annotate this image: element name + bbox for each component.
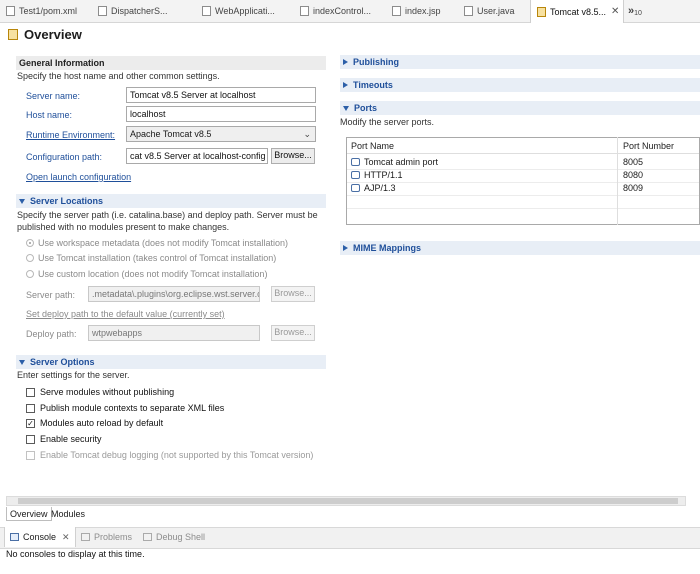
section-mime-mappings[interactable]: MIME Mappings	[340, 241, 700, 255]
general-description: Specify the host name and other common s…	[17, 71, 220, 81]
section-publishing[interactable]: Publishing	[340, 55, 700, 69]
tab-overflow[interactable]: » 10	[626, 0, 656, 22]
deploy-path-field[interactable]: wtpwebapps	[88, 325, 260, 341]
checkbox-icon	[26, 403, 35, 413]
table-row[interactable]: AJP/1.3 8009	[347, 182, 699, 196]
port-icon	[351, 158, 360, 166]
collapse-icon	[19, 198, 25, 204]
deploy-path-label: Deploy path:	[26, 329, 77, 339]
server-icon	[537, 6, 546, 17]
port-icon	[351, 171, 360, 179]
table-row-empty	[347, 195, 699, 209]
tab-webapplication[interactable]: WebApplicati...	[196, 0, 292, 22]
console-icon	[10, 533, 19, 541]
checkbox-serve-modules-without-publishing[interactable]: Serve modules without publishing	[26, 387, 174, 397]
checkmark-icon: ✓	[26, 418, 35, 428]
close-icon[interactable]: ✕	[611, 6, 619, 17]
checkbox-icon	[26, 450, 35, 460]
server-path-browse-button[interactable]: Browse...	[271, 286, 315, 302]
java-file-icon	[300, 6, 309, 16]
tab-console[interactable]: Console ✕	[4, 527, 76, 547]
table-row[interactable]: HTTP/1.1 8080	[347, 169, 699, 183]
configuration-path-label: Configuration path:	[26, 152, 103, 162]
column-header-port-number[interactable]: Port Number	[619, 138, 699, 154]
server-path-label: Server path:	[26, 290, 76, 300]
console-message: No consoles to display at this time.	[6, 549, 145, 559]
tab-problems[interactable]: Problems	[76, 527, 137, 547]
radio-use-tomcat-installation[interactable]: Use Tomcat installation (takes control o…	[26, 253, 276, 263]
radio-icon	[26, 254, 34, 262]
tab-dispatcher[interactable]: DispatcherS...	[92, 0, 182, 22]
tab-index-jsp[interactable]: index.jsp	[386, 0, 458, 22]
port-icon	[351, 184, 360, 192]
options-description: Enter settings for the server.	[17, 370, 130, 380]
server-icon	[8, 29, 18, 40]
server-name-field[interactable]: Tomcat v8.5 Server at localhost	[126, 87, 316, 103]
host-name-label: Host name:	[26, 110, 73, 120]
radio-icon	[26, 270, 34, 278]
chevron-down-icon: ⌄	[303, 129, 311, 139]
set-default-deploy-path-link[interactable]: Set deploy path to the default value (cu…	[26, 309, 225, 319]
column-header-port-name[interactable]: Port Name	[347, 138, 619, 154]
open-launch-configuration-link[interactable]: Open launch configuration	[26, 172, 131, 182]
checkbox-publish-module-contexts[interactable]: Publish module contexts to separate XML …	[26, 403, 224, 413]
expand-icon	[343, 82, 348, 88]
problems-icon	[81, 533, 90, 541]
checkbox-modules-auto-reload[interactable]: ✓ Modules auto reload by default	[26, 418, 163, 428]
section-server-locations[interactable]: Server Locations	[16, 194, 326, 208]
configuration-browse-button[interactable]: Browse...	[271, 148, 315, 164]
expand-icon	[343, 59, 348, 65]
checkbox-icon	[26, 434, 35, 444]
ports-table: Port Name Port Number Tomcat admin port …	[346, 137, 700, 225]
table-row[interactable]: Tomcat admin port 8005	[347, 156, 699, 170]
section-ports[interactable]: Ports	[340, 101, 700, 115]
ports-description: Modify the server ports.	[340, 117, 435, 127]
radio-use-workspace-metadata[interactable]: Use workspace metadata (does not modify …	[26, 238, 288, 248]
tab-modules[interactable]: Modules	[48, 507, 88, 521]
java-file-icon	[202, 6, 211, 16]
tab-user-java[interactable]: User.java	[458, 0, 530, 22]
collapse-icon	[19, 359, 25, 365]
section-general-information: General Information	[16, 56, 326, 70]
locations-description-line2: published with no modules present to mak…	[17, 222, 230, 232]
tab-indexcontroller[interactable]: indexControl...	[294, 0, 386, 22]
configuration-path-field[interactable]: cat v8.5 Server at localhost-config	[126, 148, 268, 164]
scrollbar-thumb[interactable]	[18, 498, 678, 504]
section-timeouts[interactable]: Timeouts	[340, 78, 700, 92]
locations-description-line1: Specify the server path (i.e. catalina.b…	[17, 210, 318, 220]
radio-use-custom-location[interactable]: Use custom location (does not modify Tom…	[26, 269, 267, 279]
deploy-path-browse-button[interactable]: Browse...	[271, 325, 315, 341]
radio-selected-icon	[26, 239, 34, 247]
jsp-file-icon	[392, 6, 401, 16]
checkbox-enable-security[interactable]: Enable security	[26, 434, 102, 444]
checkbox-icon	[26, 387, 35, 397]
tab-tomcat-server[interactable]: Tomcat v8.5... ✕	[530, 0, 624, 23]
column-divider	[617, 137, 618, 225]
expand-icon	[343, 245, 348, 251]
section-server-options[interactable]: Server Options	[16, 355, 326, 369]
close-icon[interactable]: ✕	[62, 532, 70, 543]
java-file-icon	[464, 6, 473, 16]
tab-overview[interactable]: Overview	[6, 507, 52, 521]
collapse-icon	[343, 105, 349, 111]
runtime-environment-select[interactable]: Apache Tomcat v8.5 ⌄	[126, 126, 316, 142]
host-name-field[interactable]: localhost	[126, 106, 316, 122]
tab-pom-xml[interactable]: Test1/pom.xml	[0, 0, 92, 22]
checkbox-enable-tomcat-debug-logging[interactable]: Enable Tomcat debug logging (not support…	[26, 450, 313, 460]
runtime-environment-link[interactable]: Runtime Environment:	[26, 130, 115, 140]
java-file-icon	[98, 6, 107, 16]
server-path-field[interactable]: .metadata\.plugins\org.eclipse.wst.serve…	[88, 286, 260, 302]
tab-debug-shell[interactable]: Debug Shell	[138, 527, 210, 547]
debug-shell-icon	[143, 533, 152, 541]
page-title: Overview	[8, 27, 82, 42]
xml-file-icon	[6, 6, 15, 16]
server-name-label: Server name:	[26, 91, 81, 101]
